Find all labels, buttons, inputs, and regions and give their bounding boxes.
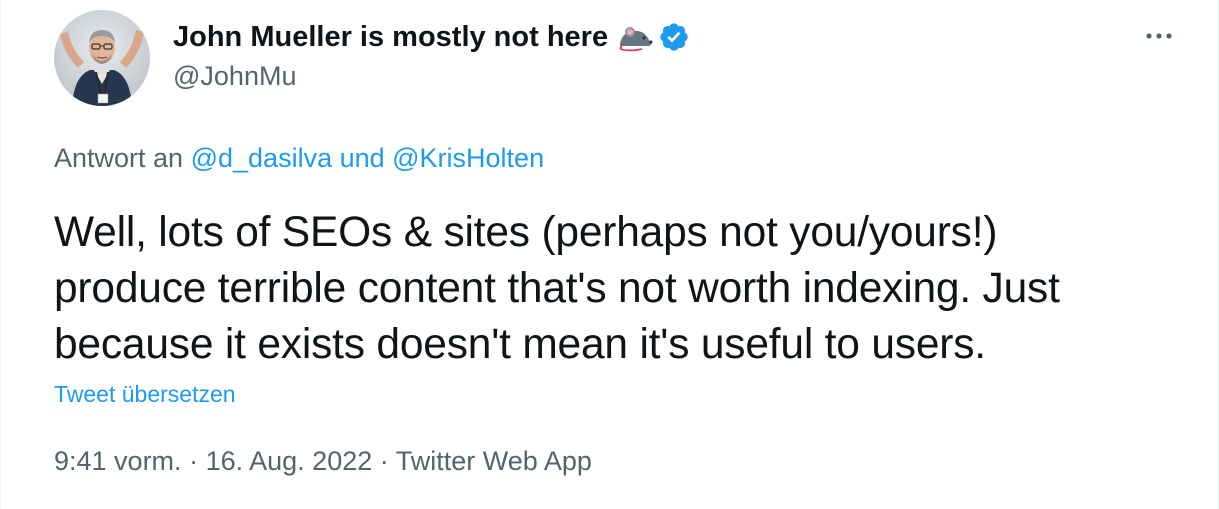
meta-separator: · xyxy=(189,446,199,476)
tweet-source[interactable]: Twitter Web App xyxy=(396,446,592,476)
verified-badge-icon[interactable] xyxy=(658,21,690,53)
meta-separator: · xyxy=(379,446,389,476)
more-options-button[interactable] xyxy=(1139,18,1179,54)
author-name-row: John Mueller is mostly not here xyxy=(173,19,690,55)
avatar[interactable] xyxy=(54,10,150,106)
tweet-text-line: Well, lots of SEOs & sites (perhaps not … xyxy=(54,209,998,256)
reply-context: Antwort an @d_dasilva und @KrisHolten xyxy=(54,143,544,174)
more-options-icon xyxy=(1146,33,1172,39)
rat-emoji-icon xyxy=(616,22,654,52)
tweet-text-line: produce terrible content that's not wort… xyxy=(54,265,1060,312)
reply-prefix: Antwort an xyxy=(54,143,184,173)
translate-tweet-link[interactable]: Tweet übersetzen xyxy=(54,381,236,408)
tweet-text: Well, lots of SEOs & sites (perhaps not … xyxy=(54,205,1204,373)
reply-mentions-link[interactable]: @d_dasilva und @KrisHolten xyxy=(191,143,545,173)
tweet-meta: 9:41 vorm. · 16. Aug. 2022 · Twitter Web… xyxy=(54,446,592,477)
tweet-time[interactable]: 9:41 vorm. xyxy=(54,446,182,476)
tweet-date[interactable]: 16. Aug. 2022 xyxy=(206,446,373,476)
tweet-card: John Mueller is mostly not here @JohnMu xyxy=(0,0,1219,509)
author-handle[interactable]: @JohnMu xyxy=(173,61,296,92)
author-display-name[interactable]: John Mueller is mostly not here xyxy=(173,21,608,54)
tweet-text-line: because it exists doesn't mean it's usef… xyxy=(54,321,986,368)
profile-photo-icon xyxy=(54,10,150,106)
